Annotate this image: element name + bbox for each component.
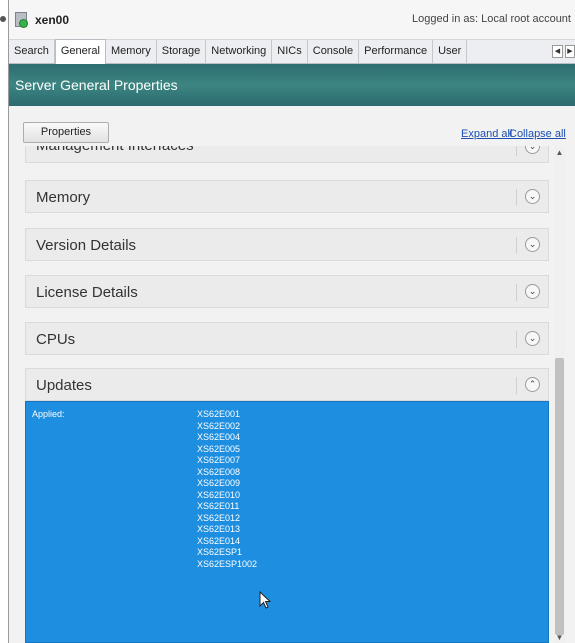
list-item: XS62E002 (197, 420, 241, 431)
list-item: XS62E004 (197, 432, 241, 442)
host-name: xen00 (35, 13, 70, 27)
tab-general[interactable]: General (54, 39, 106, 64)
section-label: CPUs (36, 331, 76, 348)
section-label: Updates (36, 377, 92, 394)
tab-console[interactable]: Console (308, 40, 360, 63)
chevron-up-icon[interactable]: ⌃ (525, 377, 540, 392)
server-icon (15, 12, 29, 28)
updates-details-panel[interactable]: Applied: XS62E001 XS62E002 XS62E004 XS62… (25, 401, 549, 643)
expand-all-link[interactable]: Expand all (461, 128, 512, 140)
title-bar: xen00 Logged in as: Local root account (9, 0, 575, 40)
header-band: Server General Properties (9, 64, 575, 106)
section-management-interfaces[interactable]: Management Interfaces ⌄ (25, 146, 549, 163)
section-license-details[interactable]: License Details ⌄ (25, 275, 549, 308)
section-label: Memory (36, 189, 91, 206)
tab-users[interactable]: User (433, 40, 468, 63)
logged-in-status: Logged in as: Local root account (411, 13, 571, 25)
chevron-down-icon[interactable]: ⌄ (525, 237, 540, 252)
collapse-all-link[interactable]: Collapse all (509, 128, 566, 140)
section-label: Version Details (36, 237, 137, 254)
server-properties-window: xen00 Logged in as: Local root account S… (9, 0, 575, 643)
list-item: XS62E014 (197, 535, 241, 546)
tab-memory[interactable]: Memory (106, 40, 157, 63)
list-item: XS62ESP1 (197, 547, 243, 557)
tab-scroll-left-icon[interactable]: ◀ (552, 45, 563, 58)
list-item: XS62E005 (197, 443, 241, 454)
chevron-down-icon[interactable]: ⌄ (525, 331, 540, 346)
sections-scroll-area: Management Interfaces ⌄ Memory ⌄ Version… (25, 146, 565, 643)
tab-bar: Search General Memory Storage Networking… (9, 39, 575, 64)
tab-performance[interactable]: Performance (359, 40, 434, 63)
section-label: License Details (36, 284, 138, 301)
list-item: XS62E012 (197, 512, 241, 523)
section-label: Management Interfaces (36, 146, 194, 154)
tab-storage[interactable]: Storage (157, 40, 207, 63)
section-updates[interactable]: Updates ⌃ (25, 368, 549, 401)
scroll-up-icon[interactable]: ▲ (554, 148, 565, 158)
list-item: XS62E010 (197, 489, 241, 500)
section-version-details[interactable]: Version Details ⌄ (25, 228, 549, 261)
chevron-down-icon[interactable]: ⌄ (525, 146, 540, 154)
vertical-scrollbar[interactable]: ▲ ▼ (554, 146, 565, 643)
properties-button[interactable]: Properties (23, 122, 109, 143)
applied-updates-list: XS62E001 XS62E002 XS62E004 XS62E005 XS62… (197, 409, 257, 570)
list-item: XS62E009 (197, 478, 241, 488)
tab-nics[interactable]: NICs (272, 40, 308, 63)
scroll-down-icon[interactable]: ▼ (554, 633, 565, 643)
list-item: XS62ESP1002 (197, 558, 258, 569)
mouse-pointer-icon (259, 591, 271, 609)
scrollbar-thumb[interactable] (555, 358, 564, 635)
page-title: Server General Properties (15, 77, 178, 93)
window-edge-marker (0, 16, 6, 22)
tab-networking[interactable]: Networking (206, 40, 273, 63)
section-cpus[interactable]: CPUs ⌄ (25, 322, 549, 355)
list-item: XS62E008 (197, 466, 241, 477)
list-item: XS62E007 (197, 455, 241, 465)
list-item: XS62E013 (197, 524, 241, 534)
tab-scroll-right-icon[interactable]: ▶ (565, 45, 575, 58)
chevron-down-icon[interactable]: ⌄ (525, 189, 540, 204)
list-item: XS62E011 (197, 501, 240, 511)
tab-search[interactable]: Search (9, 40, 55, 63)
chevron-down-icon[interactable]: ⌄ (525, 284, 540, 299)
list-item: XS62E001 (197, 409, 241, 419)
content-pane: Properties Expand all Collapse all Manag… (9, 106, 575, 643)
applied-label: Applied: (32, 409, 65, 419)
section-memory[interactable]: Memory ⌄ (25, 180, 549, 213)
